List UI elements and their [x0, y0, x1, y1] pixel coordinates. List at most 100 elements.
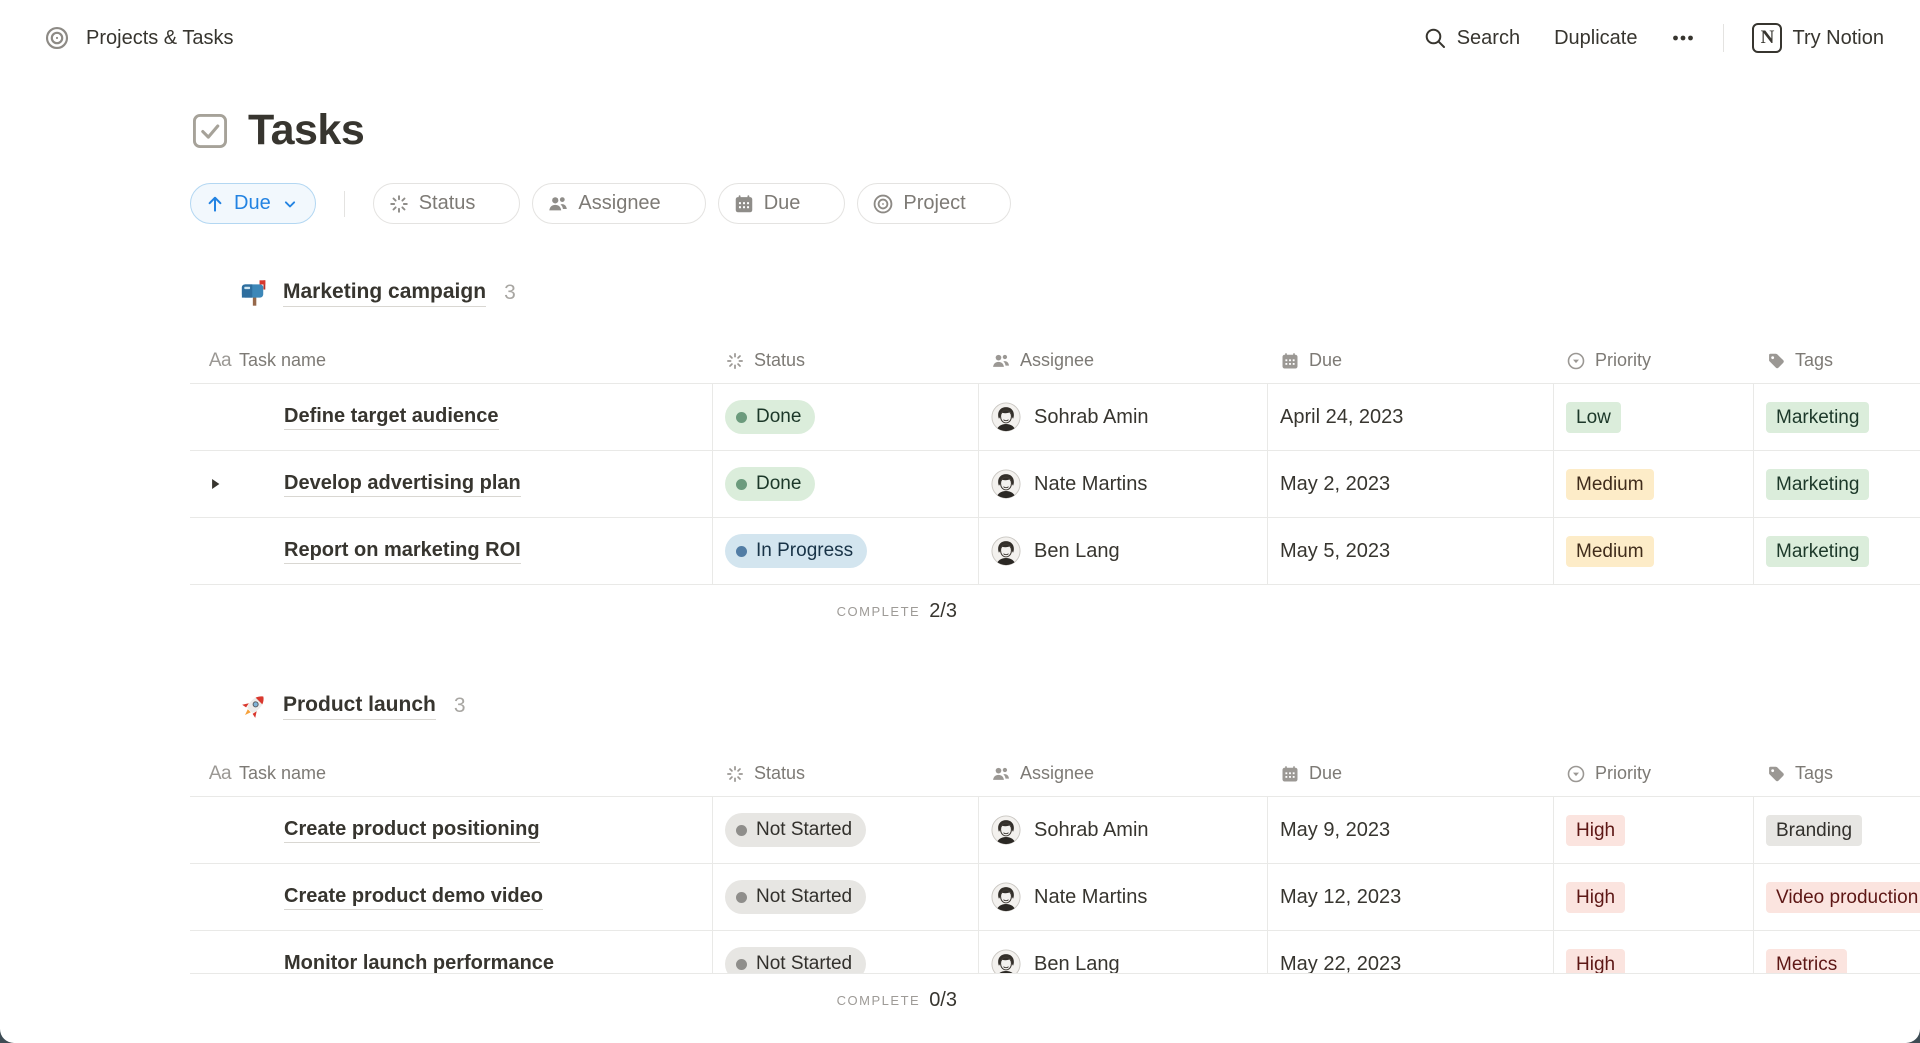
status-cell[interactable]: In Progress	[713, 518, 979, 584]
task-title-link[interactable]: Create product demo video	[284, 885, 543, 910]
due-cell[interactable]: May 12, 2023	[1268, 864, 1554, 930]
task-cell[interactable]: Create product positioning	[190, 797, 713, 863]
column-header-tags[interactable]: Tags	[1754, 350, 1920, 371]
task-group: Product launch 3 Aa Task name Status Ass…	[190, 689, 1920, 1026]
triangle-down-icon[interactable]	[210, 699, 225, 714]
column-header-due[interactable]: Due	[1268, 763, 1554, 784]
task-cell[interactable]: Report on marketing ROI	[190, 518, 713, 584]
due-date: May 2, 2023	[1280, 473, 1390, 496]
duplicate-button[interactable]: Duplicate	[1554, 27, 1637, 50]
status-dot-icon	[736, 479, 747, 490]
text-icon: Aa	[210, 351, 230, 371]
triangle-down-icon[interactable]	[210, 286, 225, 301]
task-title-link[interactable]: Monitor launch performance	[284, 952, 554, 975]
priority-cell[interactable]: Medium	[1554, 518, 1754, 584]
column-header-label: Due	[1309, 763, 1342, 784]
column-header-assignee[interactable]: Assignee	[979, 763, 1268, 784]
tags-cell[interactable]: Branding	[1754, 797, 1920, 863]
status-cell[interactable]: Not Started	[713, 797, 979, 863]
filter-pill-project[interactable]: Project	[857, 183, 1010, 224]
due-cell[interactable]: May 22, 2023	[1268, 931, 1554, 974]
group-emoji-icon	[239, 278, 269, 308]
status-cell[interactable]: Done	[713, 384, 979, 450]
priority-cell[interactable]: High	[1554, 864, 1754, 930]
tags-cell[interactable]: Marketing	[1754, 451, 1920, 517]
row-expand-icon[interactable]	[208, 931, 246, 974]
view-toolbar: Due Status Assignee Due Project	[190, 183, 1920, 224]
sort-pill-due[interactable]: Due	[190, 183, 316, 224]
column-header-priority[interactable]: Priority	[1554, 350, 1754, 371]
group-name-link[interactable]: Marketing campaign	[283, 280, 486, 307]
complete-aggregate[interactable]: COMPLETE 0/3	[190, 974, 979, 1026]
filter-pill-due[interactable]: Due	[718, 183, 846, 224]
status-cell[interactable]: Not Started	[713, 931, 979, 974]
priority-tag: Medium	[1566, 469, 1654, 500]
task-title-link[interactable]: Report on marketing ROI	[284, 539, 521, 564]
priority-cell[interactable]: Low	[1554, 384, 1754, 450]
tags-list: Marketing	[1766, 536, 1869, 567]
row-expand-icon[interactable]	[208, 518, 246, 584]
status-dot-icon	[736, 892, 747, 903]
filter-pill-status[interactable]: Status	[373, 183, 521, 224]
task-group: Marketing campaign 3 Aa Task name Status…	[190, 276, 1920, 637]
breadcrumb[interactable]: Projects & Tasks	[44, 25, 233, 51]
page-header: Tasks	[190, 106, 1920, 155]
breadcrumb-label: Projects & Tasks	[86, 27, 233, 50]
complete-aggregate[interactable]: COMPLETE 2/3	[190, 585, 979, 637]
avatar	[991, 402, 1021, 432]
assignee-name: Nate Martins	[1034, 886, 1147, 909]
row-expand-icon[interactable]	[208, 864, 246, 930]
status-badge: Done	[725, 400, 815, 434]
task-title-link[interactable]: Develop advertising plan	[284, 472, 521, 497]
tags-cell[interactable]: Marketing	[1754, 384, 1920, 450]
task-cell[interactable]: Define target audience	[190, 384, 713, 450]
task-title-link[interactable]: Define target audience	[284, 405, 499, 430]
due-cell[interactable]: April 24, 2023	[1268, 384, 1554, 450]
group-name-link[interactable]: Product launch	[283, 693, 436, 720]
column-header-due[interactable]: Due	[1268, 350, 1554, 371]
priority-cell[interactable]: High	[1554, 931, 1754, 974]
filter-pill-assignee[interactable]: Assignee	[532, 183, 705, 224]
tags-cell[interactable]: Metrics	[1754, 931, 1920, 974]
status-badge: Not Started	[725, 880, 866, 914]
task-title-link[interactable]: Create product positioning	[284, 818, 540, 843]
chevron-down-icon	[280, 194, 300, 214]
column-header-status[interactable]: Status	[713, 350, 979, 371]
column-header-assignee[interactable]: Assignee	[979, 350, 1268, 371]
row-expand-icon[interactable]	[208, 797, 246, 863]
tags-list: Metrics	[1766, 949, 1847, 975]
task-cell[interactable]: Develop advertising plan	[190, 451, 713, 517]
assignee-cell[interactable]: Ben Lang	[979, 518, 1268, 584]
status-dot-icon	[736, 412, 747, 423]
priority-cell[interactable]: Medium	[1554, 451, 1754, 517]
task-cell[interactable]: Create product demo video	[190, 864, 713, 930]
assignee-cell[interactable]: Nate Martins	[979, 451, 1268, 517]
priority-cell[interactable]: High	[1554, 797, 1754, 863]
status-cell[interactable]: Not Started	[713, 864, 979, 930]
due-date: May 22, 2023	[1280, 953, 1401, 975]
page-title[interactable]: Tasks	[248, 106, 364, 155]
column-header-tags[interactable]: Tags	[1754, 763, 1920, 784]
column-header-status[interactable]: Status	[713, 763, 979, 784]
assignee-cell[interactable]: Sohrab Amin	[979, 797, 1268, 863]
tags-list: Video production	[1766, 882, 1920, 913]
status-cell[interactable]: Done	[713, 451, 979, 517]
more-options-button[interactable]	[1671, 26, 1695, 50]
assignee-cell[interactable]: Ben Lang	[979, 931, 1268, 974]
tags-cell[interactable]: Video production	[1754, 864, 1920, 930]
column-header-task[interactable]: Aa Task name	[190, 350, 713, 371]
search-button[interactable]: Search	[1423, 26, 1520, 50]
due-date: April 24, 2023	[1280, 406, 1403, 429]
row-expand-icon[interactable]	[208, 451, 246, 517]
due-cell[interactable]: May 5, 2023	[1268, 518, 1554, 584]
assignee-cell[interactable]: Nate Martins	[979, 864, 1268, 930]
task-cell[interactable]: Monitor launch performance	[190, 931, 713, 974]
column-header-priority[interactable]: Priority	[1554, 763, 1754, 784]
due-cell[interactable]: May 9, 2023	[1268, 797, 1554, 863]
assignee-cell[interactable]: Sohrab Amin	[979, 384, 1268, 450]
tags-cell[interactable]: Marketing	[1754, 518, 1920, 584]
due-cell[interactable]: May 2, 2023	[1268, 451, 1554, 517]
column-header-task[interactable]: Aa Task name	[190, 763, 713, 784]
try-notion-button[interactable]: N Try Notion	[1752, 23, 1884, 53]
row-expand-icon[interactable]	[208, 384, 246, 450]
